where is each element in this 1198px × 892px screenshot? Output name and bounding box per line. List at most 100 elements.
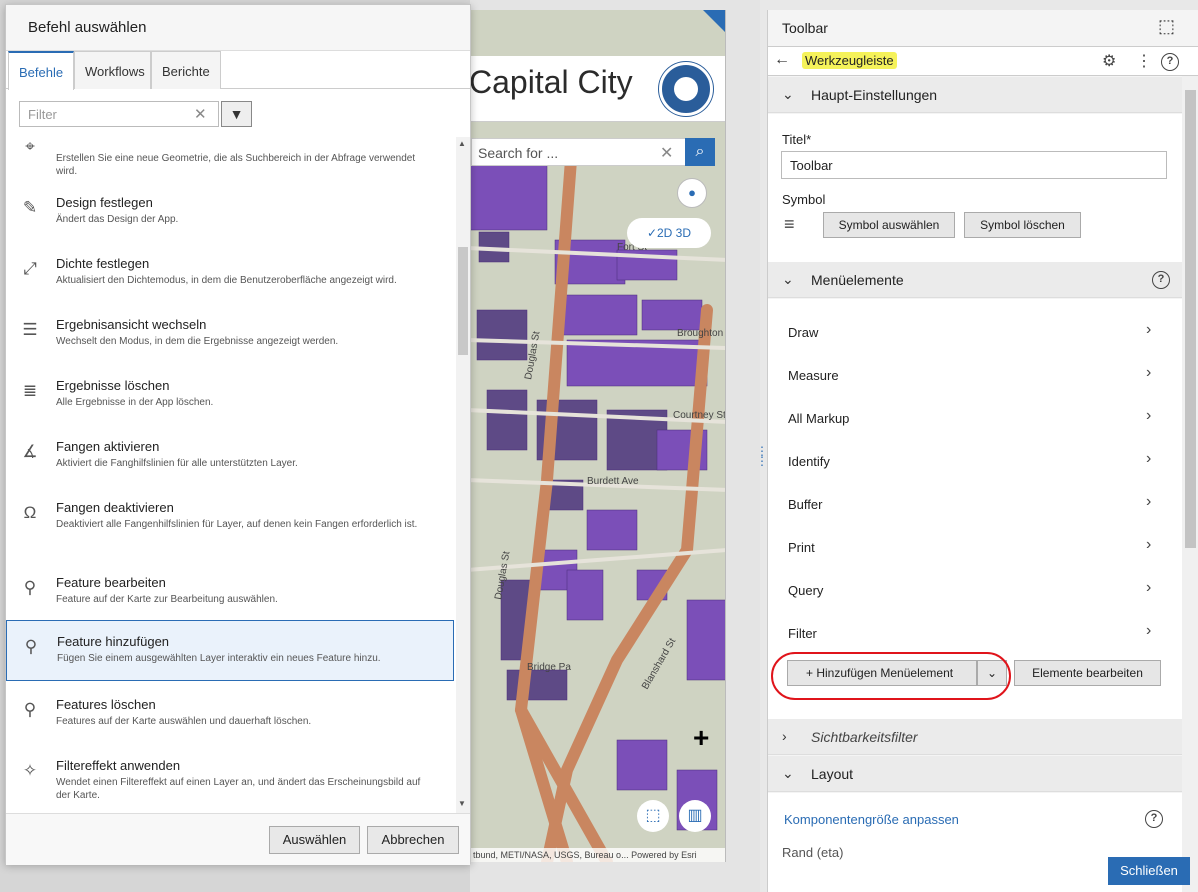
corner-expand[interactable]	[703, 10, 725, 46]
list-item[interactable]: ⚲ Features löschen Features auf der Kart…	[6, 684, 454, 745]
command-title: Fangen aktivieren	[56, 439, 160, 454]
edit-feature-icon: ⚲	[23, 578, 37, 597]
help-icon[interactable]: ?	[1161, 53, 1179, 71]
user-icon[interactable]: ●	[677, 178, 707, 208]
main-settings-body: Titel* Toolbar Symbol ≡ Symbol auswählen…	[768, 114, 1182, 262]
menu-item-filter[interactable]: Filter ›	[768, 612, 1182, 655]
delete-symbol-button[interactable]: Symbol löschen	[964, 212, 1081, 238]
section-title: Layout	[811, 766, 854, 782]
snapping-off-icon: Ω	[23, 503, 37, 522]
panel-scrollbar[interactable]	[1182, 76, 1198, 892]
chevron-down-icon[interactable]: ▼	[458, 799, 466, 808]
menu-item-draw[interactable]: Draw ›	[768, 311, 1182, 354]
building	[506, 669, 568, 701]
menu-item-measure[interactable]: Measure ›	[768, 354, 1182, 397]
command-title: Ergebnisansicht wechseln	[56, 317, 207, 332]
section-menu-items[interactable]: ⌄ Menüelemente ?	[768, 262, 1182, 298]
select-element-icon[interactable]: ⬚	[1158, 16, 1175, 37]
filter-field[interactable]: ✕	[19, 101, 219, 127]
help-icon[interactable]: ?	[1145, 810, 1163, 828]
filter-effect-icon: ✧	[22, 761, 38, 780]
list-item[interactable]: ⚲ Feature bearbeiten Feature auf der Kar…	[6, 562, 454, 623]
list-item[interactable]: ⌖ Erstellen Sie eine neue Geometrie, die…	[6, 137, 454, 182]
more-icon[interactable]: ⋮	[1136, 51, 1152, 71]
command-description: Fügen Sie einem ausgewählten Layer inter…	[57, 653, 381, 664]
section-layout[interactable]: ⌄ Layout	[768, 756, 1182, 792]
chevron-right-icon: ›	[782, 728, 787, 744]
building	[686, 599, 725, 681]
chevron-down-icon: ⌄	[782, 271, 794, 287]
menu-item-label: Print	[788, 540, 815, 555]
chevron-up-icon[interactable]: ▲	[458, 139, 466, 148]
tab-berichte[interactable]: Berichte	[151, 51, 221, 89]
layer-icon[interactable]: ⬚	[637, 800, 669, 832]
street-label: Blanshard St	[640, 636, 678, 691]
menu-item-identify[interactable]: Identify ›	[768, 440, 1182, 483]
command-list: ⌖ Erstellen Sie eine neue Geometrie, die…	[6, 137, 456, 813]
filter-funnel-icon[interactable]: ▼	[221, 101, 252, 127]
list-item[interactable]: ∡ Fangen aktivieren Aktiviert die Fanghi…	[6, 426, 454, 487]
highlight-annotation	[771, 652, 1011, 700]
list-item[interactable]: Ω Fangen deaktivieren Deaktiviert alle F…	[6, 487, 454, 548]
close-icon[interactable]: ✕	[660, 143, 673, 163]
list-item-selected[interactable]: ⚲ Feature hinzufügen Fügen Sie einem aus…	[6, 620, 454, 681]
menu-item-label: Filter	[788, 626, 817, 641]
splitter-handle[interactable]: ⋮ ⋮	[756, 445, 768, 467]
city-seal-logo	[659, 62, 713, 116]
back-arrow-icon[interactable]: ←	[774, 51, 790, 69]
command-title: Features löschen	[56, 697, 156, 712]
title-input[interactable]: Toolbar	[781, 151, 1167, 179]
street-label: Burdett Ave	[587, 476, 639, 487]
dialog-title: Befehl auswählen	[6, 5, 470, 51]
menu-item-print[interactable]: Print ›	[768, 526, 1182, 569]
command-description: Features auf der Karte auswählen und dau…	[56, 716, 312, 727]
edit-items-button[interactable]: Elemente bearbeiten	[1014, 660, 1161, 686]
list-item[interactable]: ⤢ Dichte festlegen Aktualisiert den Dich…	[6, 243, 454, 304]
menu-item-label: Draw	[788, 325, 819, 340]
panel-header: Toolbar ⬚	[768, 10, 1198, 46]
chevron-right-icon: ›	[1146, 407, 1152, 424]
section-main-settings[interactable]: ⌄ Haupt-Einstellungen	[768, 77, 1182, 113]
scrollbar-thumb[interactable]	[458, 247, 468, 355]
design-icon: ✎	[22, 198, 38, 217]
section-visibility-filter[interactable]: › Sichtbarkeitsfilter	[768, 719, 1182, 755]
section-title: Menüelemente	[811, 272, 904, 288]
select-symbol-button[interactable]: Symbol auswählen	[823, 212, 955, 238]
view-toggle-2d-3d[interactable]: ✓2D 3D	[627, 218, 711, 248]
building	[566, 569, 604, 621]
map-search-input[interactable]: Search for ... ✕	[471, 138, 707, 166]
menu-item-buffer[interactable]: Buffer ›	[768, 483, 1182, 526]
results-view-icon: ☰	[22, 320, 38, 339]
map-preview[interactable]: Fort St Broughton Courtney St Burdett Av…	[466, 10, 726, 862]
settings-panel: Toolbar ⬚ ← Werkzeugleiste ⚙ ⋮ ? ⌄ Haupt…	[767, 10, 1198, 892]
search-icon[interactable]: ⌕	[685, 138, 715, 166]
list-scrollbar[interactable]: ▲ ▼	[456, 137, 470, 813]
map-title: Capital City	[469, 64, 633, 100]
gear-icon[interactable]: ⚙	[1102, 51, 1116, 71]
close-icon[interactable]: ✕	[194, 105, 207, 123]
cancel-button[interactable]: Abbrechen	[367, 826, 459, 854]
list-item[interactable]: ✎ Design festlegen Ändert das Design der…	[6, 182, 454, 243]
tab-workflows[interactable]: Workflows	[74, 51, 151, 89]
help-icon[interactable]: ?	[1152, 271, 1170, 289]
resize-component-link[interactable]: Komponentengröße anpassen	[784, 812, 959, 827]
clear-results-icon: ≣	[22, 381, 38, 400]
close-button[interactable]: Schließen	[1108, 857, 1190, 885]
list-item[interactable]: ≣ Ergebnisse löschen Alle Ergebnisse in …	[6, 365, 454, 426]
select-button[interactable]: Auswählen	[269, 826, 360, 854]
density-icon: ⤢	[23, 259, 37, 278]
menu-item-query[interactable]: Query ›	[768, 569, 1182, 612]
menu-item-all-markup[interactable]: All Markup ›	[768, 397, 1182, 440]
scrollbar-thumb[interactable]	[1185, 90, 1196, 548]
section-title: Haupt-Einstellungen	[811, 87, 938, 103]
building	[476, 309, 528, 361]
filter-input[interactable]	[20, 102, 180, 126]
list-item[interactable]: ✧ Filtereffekt anwenden Wendet einen Fil…	[6, 745, 454, 806]
chevron-right-icon: ›	[1146, 622, 1152, 639]
list-item[interactable]: ☰ Ergebnisansicht wechseln Wechselt den …	[6, 304, 454, 365]
geometry-search-icon: ⌖	[25, 137, 35, 156]
menu-lines-icon: ≡	[784, 214, 795, 234]
tab-befehle[interactable]: Befehle	[8, 51, 74, 90]
book-icon[interactable]: ▥	[679, 800, 711, 832]
map-search-placeholder: Search for ...	[478, 145, 559, 161]
